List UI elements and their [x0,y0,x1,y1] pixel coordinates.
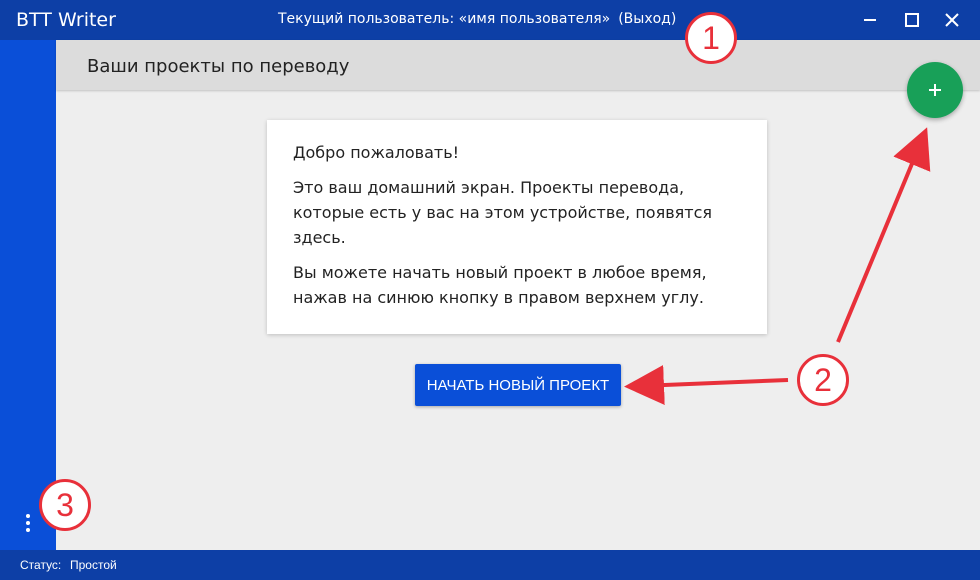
arrow-to-add-button [836,127,931,343]
arrow-to-start-button [624,365,789,406]
app-title: BTT Writer [16,9,116,31]
start-new-project-button[interactable]: Начать новый проект [415,364,621,406]
status-bar: Статус: Простой [0,550,980,580]
sidebar [0,40,56,550]
welcome-text-2: Вы можете начать новый проект в любое вр… [293,263,707,307]
minimize-icon[interactable] [858,8,882,32]
status-value: Простой [70,558,117,572]
annotation-marker-3: 3 [39,479,91,531]
title-bar: BTT Writer Текущий пользователь: «имя по… [0,0,980,40]
page-header: Ваши проекты по переводу [56,40,980,90]
plus-icon [929,84,941,96]
add-project-button[interactable] [907,62,963,118]
current-user-label: Текущий пользователь: «имя пользователя» [278,11,611,27]
status-label: Статус: [20,558,62,572]
welcome-card: Добро пожаловать! Это ваш домашний экран… [267,120,767,334]
logout-link[interactable]: (Выход) [618,11,676,27]
page-title: Ваши проекты по переводу [87,56,350,77]
welcome-text-1: Это ваш домашний экран. Проекты перевода… [293,178,712,247]
maximize-icon[interactable] [900,8,924,32]
welcome-heading: Добро пожаловать! [293,143,460,162]
annotation-marker-2: 2 [797,354,849,406]
close-icon[interactable] [940,8,964,32]
annotation-marker-1: 1 [685,12,737,64]
current-user: Текущий пользователь: «имя пользователя»… [278,11,676,27]
more-vertical-icon[interactable] [18,512,38,534]
